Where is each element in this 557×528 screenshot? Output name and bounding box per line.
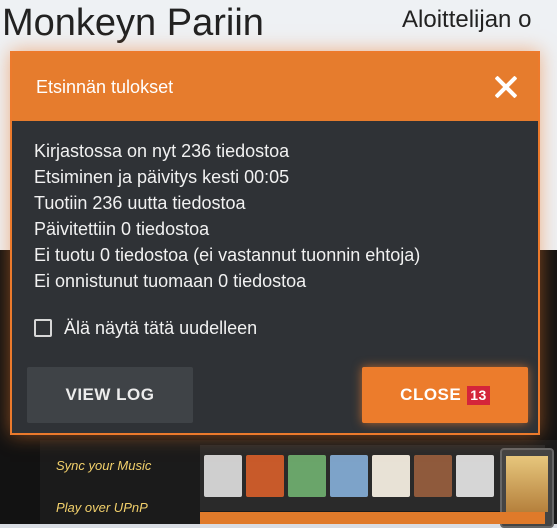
promo-caption-sync: Sync your Music <box>56 458 152 473</box>
close-button[interactable]: CLOSE 13 <box>362 367 528 423</box>
promo-caption-upnp: Play over UPnP <box>56 500 148 515</box>
page-subtitle: Aloittelijan o <box>402 6 532 33</box>
dialog-title: Etsinnän tulokset <box>36 77 174 97</box>
result-line: Päivitettiin 0 tiedostoa <box>34 219 210 239</box>
background-progress-strip <box>200 512 545 524</box>
result-line: Ei onnistunut tuomaan 0 tiedostoa <box>34 271 307 291</box>
album-thumbnail <box>372 455 410 497</box>
album-thumbnail <box>330 455 368 497</box>
results-list: Kirjastossa on nyt 236 tiedostoa Etsimin… <box>34 138 420 294</box>
result-line: Etsiminen ja päivitys kesti 00:05 <box>34 167 290 187</box>
dialog-header: Etsinnän tulokset <box>12 53 538 121</box>
album-thumbnails <box>200 445 545 511</box>
result-line: Tuotiin 236 uutta tiedostoa <box>34 193 246 213</box>
album-thumbnail <box>204 455 242 497</box>
scan-results-dialog: Etsinnän tulokset Kirjastossa on nyt 236… <box>10 51 540 435</box>
dont-show-again-row: Älä näytä tätä uudelleen <box>34 316 257 340</box>
album-thumbnail <box>288 455 326 497</box>
phone-artwork <box>506 456 548 512</box>
dont-show-again-checkbox[interactable] <box>34 319 52 337</box>
dont-show-again-label: Älä näytä tätä uudelleen <box>64 317 258 338</box>
album-thumbnail <box>414 455 452 497</box>
step-badge: 13 <box>467 385 490 405</box>
page-title: Monkeyn Pariin <box>2 2 264 44</box>
view-log-label: VIEW LOG <box>65 385 155 404</box>
close-label: CLOSE <box>400 385 462 404</box>
close-icon[interactable] <box>490 71 522 103</box>
view-log-button[interactable]: VIEW LOG <box>27 367 193 423</box>
album-thumbnail <box>456 455 494 497</box>
result-line: Ei tuotu 0 tiedostoa (ei vastannut tuonn… <box>34 245 421 265</box>
album-thumbnail <box>246 455 284 497</box>
result-line: Kirjastossa on nyt 236 tiedostoa <box>34 141 290 161</box>
